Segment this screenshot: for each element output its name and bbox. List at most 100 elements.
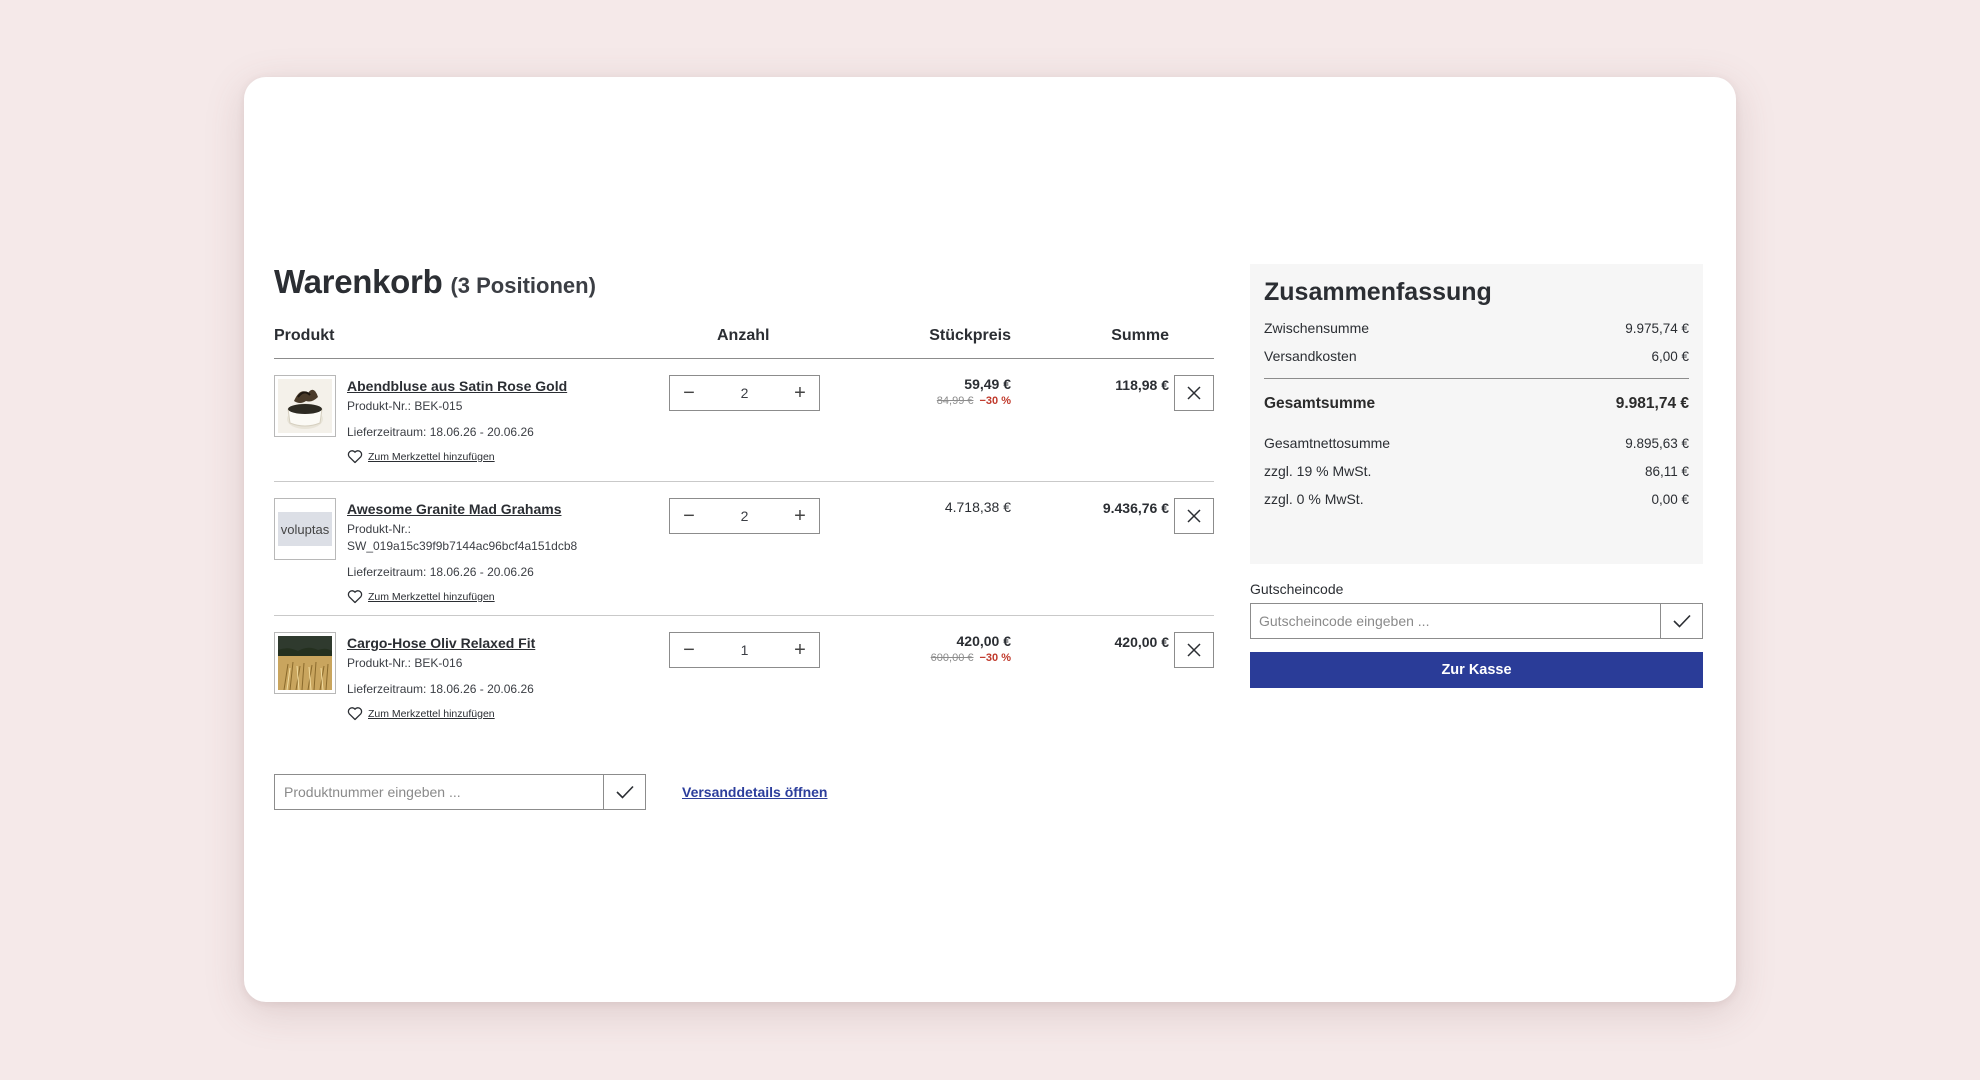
- decrease-button[interactable]: −: [670, 499, 708, 533]
- delivery-period: Lieferzeitraum: 18.06.26 - 20.06.26: [347, 425, 534, 439]
- plus-icon: +: [794, 504, 806, 527]
- current-price: 420,00 €: [956, 633, 1012, 649]
- product-number-input[interactable]: [275, 775, 603, 809]
- product-info: Awesome Granite Mad Grahams Produkt-Nr.:…: [347, 500, 687, 604]
- quantity-stepper: − 1 +: [669, 632, 820, 668]
- net-total-label: Gesamtnettosumme: [1264, 435, 1391, 451]
- voucher-label: Gutscheincode: [1250, 581, 1344, 597]
- voucher-submit-button[interactable]: [1660, 604, 1702, 638]
- add-product-submit-button[interactable]: [603, 775, 645, 809]
- decrease-button[interactable]: −: [670, 376, 708, 410]
- quantity-value[interactable]: 1: [708, 642, 781, 658]
- shipping-details-link[interactable]: Versanddetails öffnen: [682, 784, 827, 800]
- shipping-row: Versandkosten 6,00 €: [1264, 342, 1689, 370]
- close-icon: [1187, 643, 1201, 657]
- add-to-wishlist-link[interactable]: Zum Merkzettel hinzufügen: [347, 589, 687, 604]
- heart-icon: [347, 707, 363, 721]
- shipping-value: 6,00 €: [1651, 348, 1689, 364]
- app-window: Warenkorb (3 Positionen) Produkt Anzahl …: [244, 77, 1736, 1002]
- table-row: Cargo-Hose Oliv Relaxed Fit Produkt-Nr.:…: [274, 616, 1214, 740]
- product-info: Abendbluse aus Satin Rose Gold Produkt-N…: [347, 377, 687, 464]
- page-title: Warenkorb: [274, 263, 443, 300]
- grand-total-value: 9.981,74 €: [1615, 395, 1689, 412]
- grand-total-label: Gesamtsumme: [1264, 395, 1376, 412]
- vat0-row: zzgl. 0 % MwSt. 0,00 €: [1264, 485, 1689, 513]
- checkmark-icon: [615, 785, 634, 799]
- line-total: 420,00 €: [1114, 634, 1170, 650]
- vat19-value: 86,11 €: [1644, 463, 1689, 479]
- increase-button[interactable]: +: [781, 499, 819, 533]
- table-header: Produkt Anzahl Stückpreis Summe: [274, 319, 1214, 359]
- product-image[interactable]: voluptas: [274, 498, 336, 560]
- price-reduction: 84,99 € −30 %: [894, 395, 1011, 407]
- remove-item-button[interactable]: [1174, 375, 1214, 411]
- table-row: voluptas Awesome Granite Mad Grahams Pro…: [274, 482, 1214, 616]
- product-image[interactable]: [274, 632, 336, 694]
- quantity-stepper: − 2 +: [669, 498, 820, 534]
- unit-price: 420,00 € 600,00 € −30 %: [894, 632, 1011, 664]
- delivery-period: Lieferzeitraum: 18.06.26 - 20.06.26: [347, 565, 534, 579]
- cart-header: Warenkorb (3 Positionen): [274, 263, 1214, 305]
- add-product-row: Versanddetails öffnen: [274, 774, 827, 810]
- product-photo-icon: [278, 379, 332, 433]
- summary-divider: [1264, 378, 1689, 379]
- product-name-link[interactable]: Awesome Granite Mad Grahams: [347, 500, 687, 518]
- close-icon: [1187, 386, 1201, 400]
- column-header-total: Summe: [1111, 327, 1169, 344]
- subtotal-row: Zwischensumme 9.975,74 €: [1264, 314, 1689, 342]
- current-price: 4.718,38 €: [944, 499, 1011, 515]
- current-price: 59,49 €: [964, 376, 1011, 392]
- checkout-button[interactable]: Zur Kasse: [1250, 652, 1703, 688]
- vat19-label: zzgl. 19 % MwSt.: [1264, 463, 1372, 479]
- column-header-quantity: Anzahl: [717, 327, 770, 344]
- increase-button[interactable]: +: [781, 633, 819, 667]
- product-number-label: Produkt-Nr.:: [347, 522, 412, 536]
- line-total: 9.436,76 €: [1102, 500, 1169, 516]
- product-number: Produkt-Nr.: BEK-016: [347, 656, 463, 670]
- minus-icon: −: [683, 504, 695, 527]
- product-number-form: [274, 774, 646, 810]
- voucher-section: Gutscheincode Zur Kasse: [1250, 581, 1703, 688]
- discount-badge: −30 %: [979, 395, 1012, 407]
- discount-badge: −30 %: [979, 652, 1012, 664]
- price-reduction: 600,00 € −30 %: [894, 652, 1011, 664]
- voucher-form: [1250, 603, 1703, 639]
- add-to-wishlist-link[interactable]: Zum Merkzettel hinzufügen: [347, 449, 687, 464]
- wishlist-label: Zum Merkzettel hinzufügen: [368, 450, 495, 463]
- vat0-label: zzgl. 0 % MwSt.: [1264, 491, 1364, 507]
- wishlist-label: Zum Merkzettel hinzufügen: [368, 590, 495, 603]
- order-summary: Zusammenfassung Zwischensumme 9.975,74 €…: [1250, 264, 1703, 564]
- unit-price: 4.718,38 €: [894, 498, 1011, 516]
- remove-item-button[interactable]: [1174, 632, 1214, 668]
- heart-icon: [347, 590, 363, 604]
- remove-item-button[interactable]: [1174, 498, 1214, 534]
- add-to-wishlist-link[interactable]: Zum Merkzettel hinzufügen: [347, 706, 687, 721]
- product-photo-icon: [278, 636, 332, 690]
- vat19-row: zzgl. 19 % MwSt. 86,11 €: [1264, 457, 1689, 485]
- increase-button[interactable]: +: [781, 376, 819, 410]
- plus-icon: +: [794, 381, 806, 404]
- vat0-value: 0,00 €: [1651, 491, 1689, 507]
- table-row: Abendbluse aus Satin Rose Gold Produkt-N…: [274, 359, 1214, 482]
- position-count: (3 Positionen): [450, 273, 596, 298]
- quantity-value[interactable]: 2: [708, 508, 781, 524]
- net-total-value: 9.895,63 €: [1625, 435, 1689, 451]
- product-info: Cargo-Hose Oliv Relaxed Fit Produkt-Nr.:…: [347, 634, 687, 721]
- old-price: 600,00 €: [930, 652, 974, 664]
- plus-icon: +: [794, 638, 806, 661]
- subtotal-label: Zwischensumme: [1264, 320, 1370, 336]
- quantity-value[interactable]: 2: [708, 385, 781, 401]
- voucher-input[interactable]: [1251, 604, 1660, 638]
- decrease-button[interactable]: −: [670, 633, 708, 667]
- cart-section: Warenkorb (3 Positionen) Produkt Anzahl …: [274, 263, 1214, 740]
- checkmark-icon: [1672, 614, 1691, 628]
- grand-total-row: Gesamtsumme 9.981,74 €: [1264, 385, 1689, 423]
- product-image[interactable]: [274, 375, 336, 437]
- product-name-link[interactable]: Cargo-Hose Oliv Relaxed Fit: [347, 634, 687, 652]
- quantity-stepper: − 2 +: [669, 375, 820, 411]
- old-price: 84,99 €: [936, 395, 974, 407]
- heart-icon: [347, 450, 363, 464]
- product-name-link[interactable]: Abendbluse aus Satin Rose Gold: [347, 377, 687, 395]
- product-number: Produkt-Nr.: BEK-015: [347, 399, 463, 413]
- column-header-unit-price: Stückpreis: [929, 327, 1011, 344]
